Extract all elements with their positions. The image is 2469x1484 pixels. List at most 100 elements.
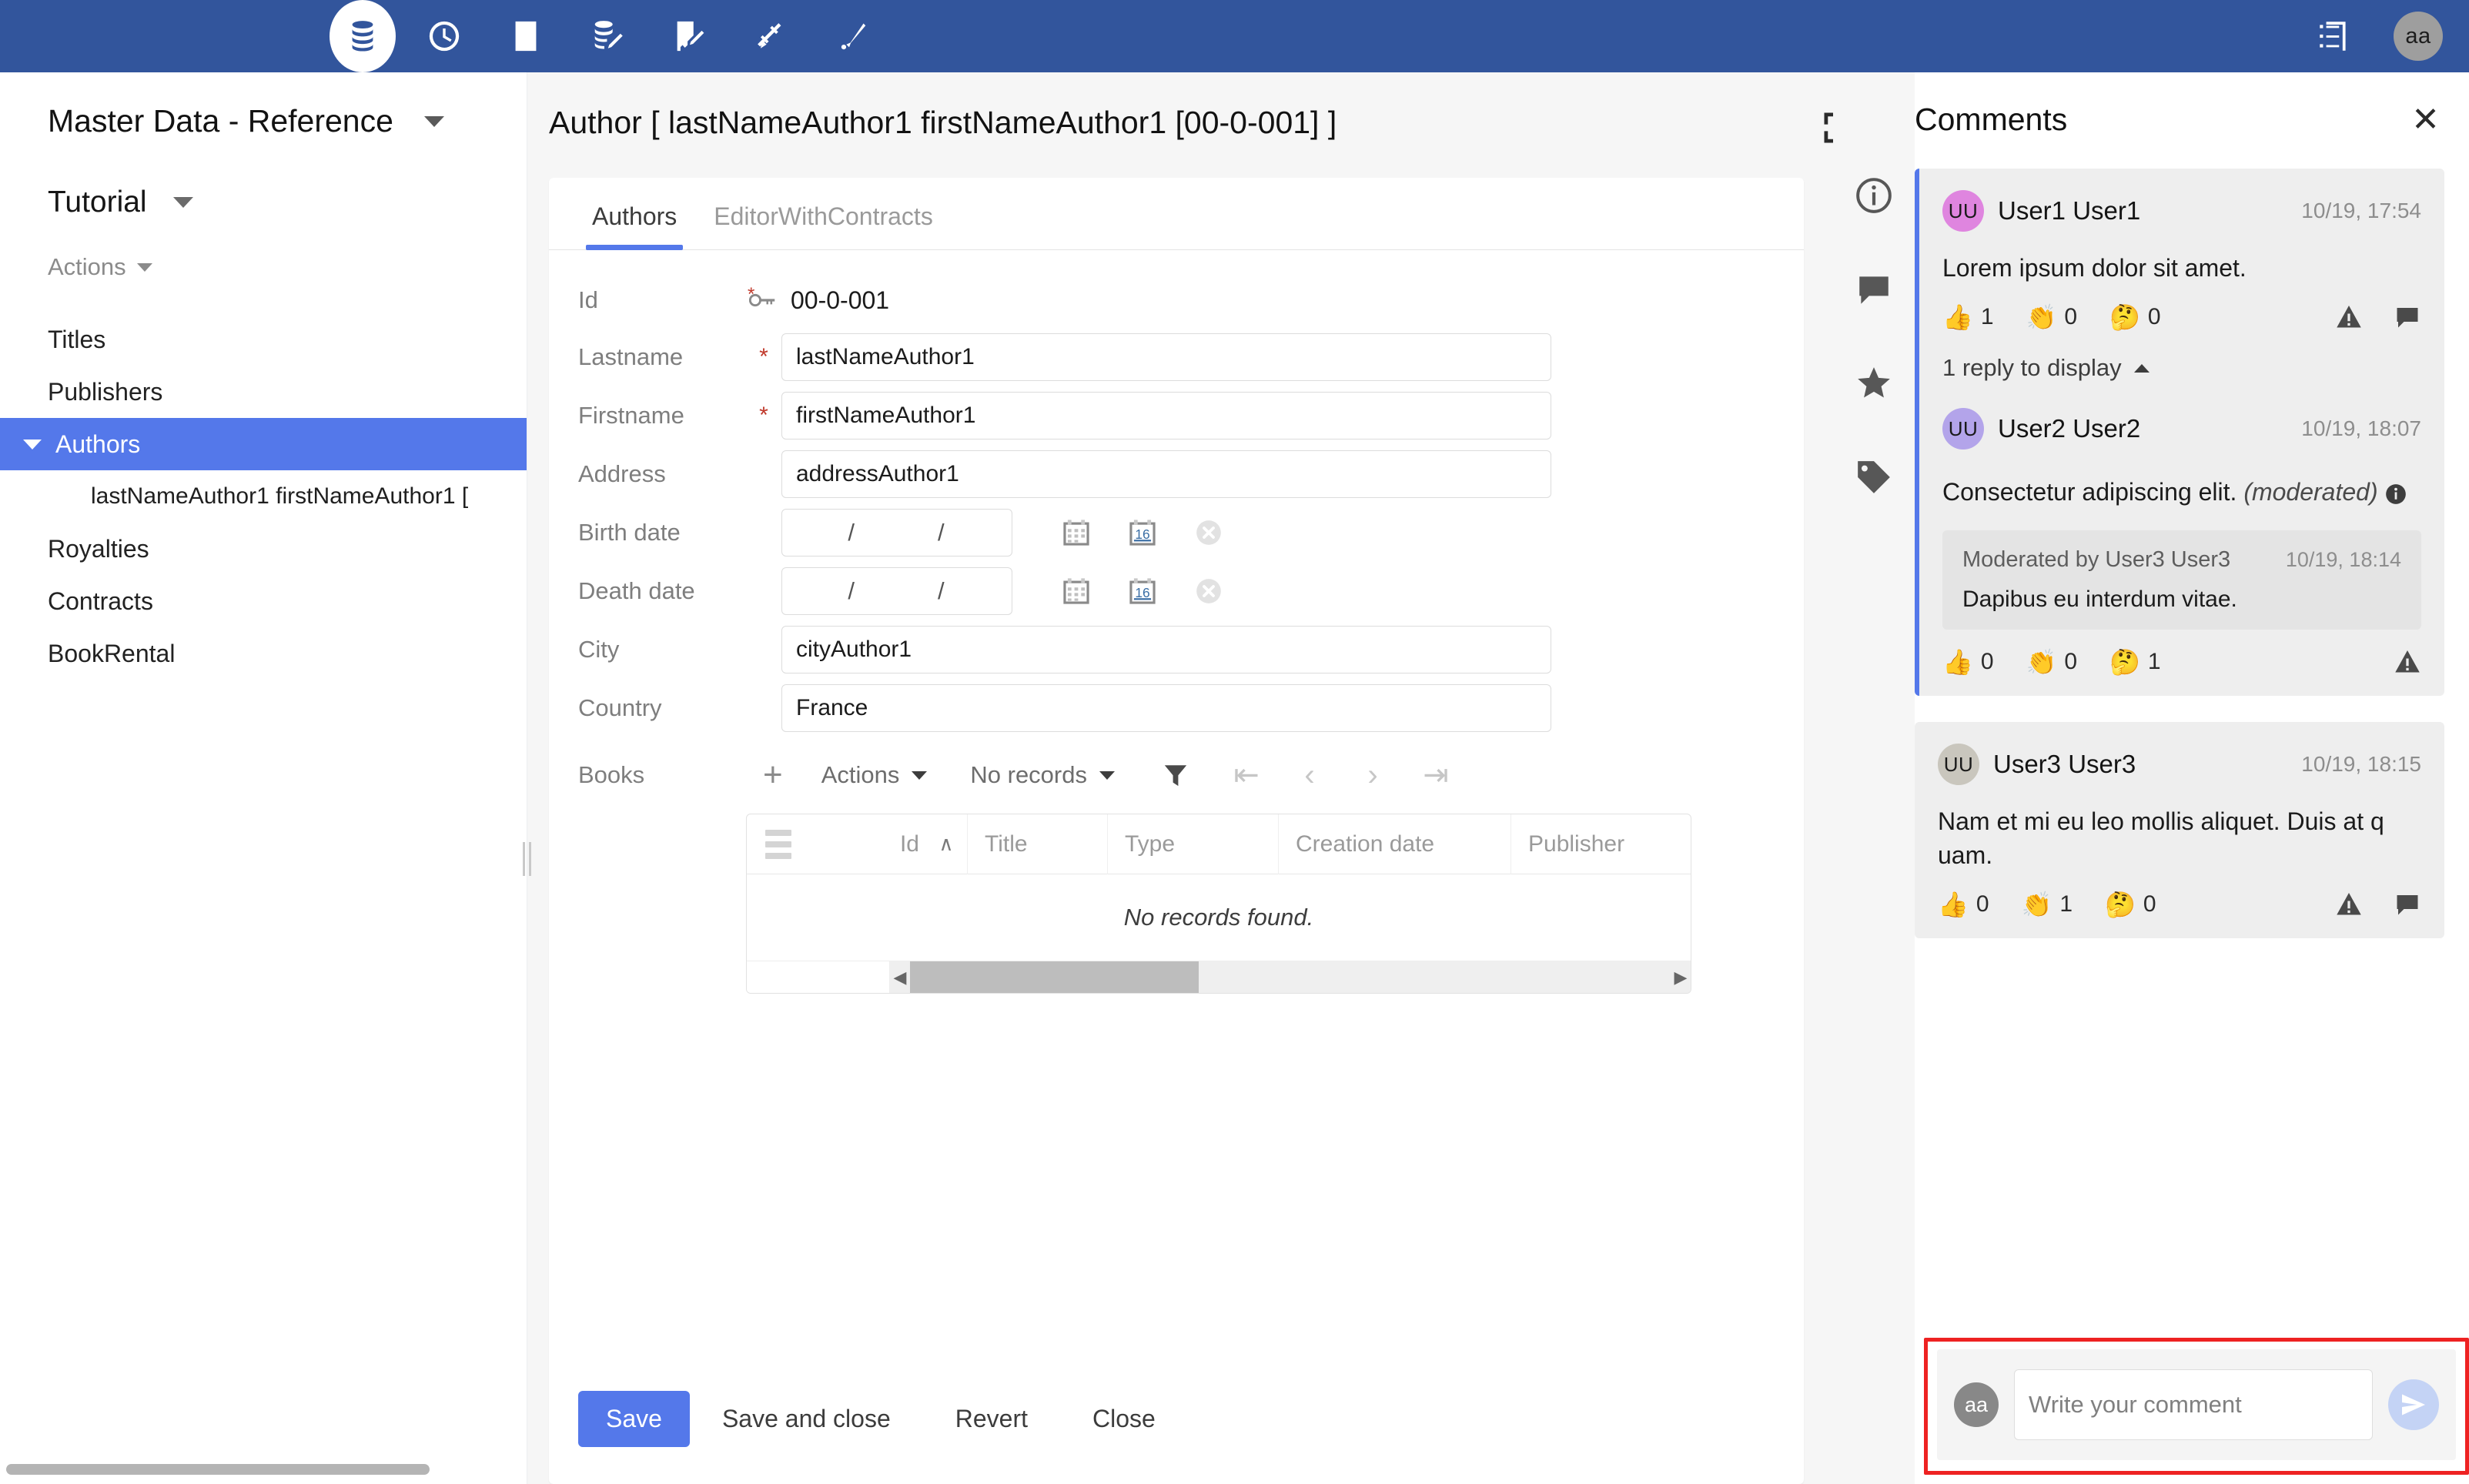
column-header-type[interactable]: Type [1107,814,1278,874]
birth-date-input[interactable] [781,509,1012,556]
comment-icon[interactable] [1851,266,1897,313]
firstname-label: Firstname [578,402,684,429]
comment-actions [2335,303,2421,331]
comment-author: User1 User1 [1998,196,2141,225]
column-header-creation-date[interactable]: Creation date [1278,814,1511,874]
sidebar-item-titles[interactable]: Titles [0,313,527,366]
send-icon[interactable] [2388,1379,2439,1430]
revert-button[interactable]: Revert [923,1391,1060,1447]
first-page-button[interactable]: ⇤ [1215,752,1278,798]
sidebar-item-contracts[interactable]: Contracts [0,575,527,627]
scroll-left-icon[interactable]: ◀ [890,961,910,993]
info-icon[interactable] [2385,476,2407,509]
id-label: Id [578,286,598,313]
books-actions-menu[interactable]: Actions [800,761,949,789]
books-records-selector[interactable]: No records [948,761,1136,789]
warning-icon[interactable] [2335,303,2363,331]
comment-input[interactable] [2014,1369,2373,1440]
sidebar-actions-menu[interactable]: Actions [0,219,527,281]
moderation-box: Moderated by User3 User3 10/19, 18:14 Da… [1942,530,2421,630]
chevron-down-icon[interactable] [423,115,444,127]
column-header-id[interactable]: Id [810,814,925,874]
sidebar-item-royalties[interactable]: Royalties [0,523,527,575]
country-input[interactable] [781,684,1551,732]
next-page-button[interactable]: › [1341,752,1404,798]
sidebar-item-bookrental[interactable]: BookRental [0,627,527,680]
form-row-death-date: Death date 16 [549,567,1804,615]
reply-icon[interactable] [2394,303,2421,331]
sidebar-item-author-record[interactable]: lastNameAuthor1 firstNameAuthor1 [ [0,470,527,523]
tab-editorwithcontracts[interactable]: EditorWithContracts [695,178,952,249]
tab-authors[interactable]: Authors [574,178,695,250]
list-view-icon[interactable] [2310,12,2358,60]
comment-reply-item: UU User2 User2 10/19, 18:07 Consectetur … [1942,408,2421,676]
checklist-icon[interactable] [502,12,550,60]
calendar-icon[interactable] [1043,567,1109,615]
checklist-edit-icon[interactable] [665,12,713,60]
thumbs-up-reaction[interactable]: 👍 1 [1942,304,1994,330]
clear-date-icon[interactable] [1176,509,1242,556]
database-icon[interactable] [339,12,386,60]
column-header-title[interactable]: Title [967,814,1107,874]
thumbs-up-reaction[interactable]: 👍 0 [1942,649,1994,675]
filter-icon[interactable] [1136,762,1215,788]
moderated-by-label: Moderated by User3 User3 [1962,547,2231,573]
chevron-down-icon[interactable] [172,197,193,208]
reply-icon[interactable] [2394,891,2421,918]
city-input[interactable] [781,626,1551,673]
form-row-city: City [549,626,1804,673]
empty-state-message: No records found. [1123,904,1314,931]
replies-toggle[interactable]: 1 reply to display [1942,354,2421,382]
last-page-button[interactable]: ⇥ [1404,752,1467,798]
calendar-icon[interactable] [1043,509,1109,556]
reaction-count: 1 [1980,304,1994,330]
column-menu-icon[interactable] [747,829,810,859]
close-button[interactable]: Close [1060,1391,1188,1447]
scroll-right-icon[interactable]: ▶ [1671,961,1691,993]
column-header-publisher[interactable]: Publisher [1511,814,1691,874]
warning-icon[interactable] [2335,891,2363,918]
thumbs-up-icon: 👍 [1942,303,1973,332]
author-form: Id * 00-0-001 Lastname * Firstname [549,250,1804,1484]
scroll-thumb[interactable] [910,961,1199,993]
calendar-today-icon[interactable]: 16 [1109,509,1176,556]
star-icon[interactable] [1851,360,1897,406]
clock-icon[interactable] [420,12,468,60]
clap-icon: 👏 [2026,303,2057,332]
add-book-button[interactable]: + [746,758,800,792]
clap-reaction[interactable]: 👏 0 [2026,304,2078,330]
info-icon[interactable] [1851,172,1897,219]
user-avatar[interactable]: aa [2394,12,2443,61]
database-edit-icon[interactable] [584,12,631,60]
thumbs-up-reaction[interactable]: 👍 0 [1938,891,1989,917]
clear-date-icon[interactable] [1176,567,1242,615]
comment-timestamp: 10/19, 17:54 [2301,199,2421,222]
save-and-close-button[interactable]: Save and close [690,1391,923,1447]
lastname-input[interactable] [781,333,1551,381]
tag-icon[interactable] [1851,454,1897,500]
save-button[interactable]: Save [578,1391,690,1447]
warning-icon[interactable] [2394,648,2421,676]
thinking-reaction[interactable]: 🤔 0 [2109,304,2161,330]
address-input[interactable] [781,450,1551,498]
comment-text: Nam et mi eu leo mollis aliquet. Duis at… [1938,807,2384,869]
sidebar-horizontal-scrollbar[interactable] [6,1464,430,1475]
wrench-icon[interactable] [828,12,876,60]
sort-ascending-icon[interactable]: ∧ [925,814,967,874]
close-icon[interactable]: ✕ [2407,102,2444,137]
sidebar-resize-handle[interactable] [523,842,535,876]
death-date-input[interactable] [781,567,1012,615]
books-toolbar: + Actions No records ⇤ ‹ › ⇥ [746,752,1467,798]
thinking-reaction[interactable]: 🤔 0 [2105,891,2156,917]
firstname-input[interactable] [781,392,1551,440]
scroll-track[interactable] [910,961,1671,993]
clap-reaction[interactable]: 👏 1 [2022,891,2073,917]
previous-page-button[interactable]: ‹ [1278,752,1341,798]
thinking-reaction[interactable]: 🤔 1 [2109,649,2161,675]
sidebar-item-authors[interactable]: Authors [0,418,527,470]
clap-reaction[interactable]: 👏 0 [2026,649,2078,675]
plug-icon[interactable] [747,12,795,60]
main-content: Author [ lastNameAuthor1 firstNameAuthor… [527,72,1833,1484]
calendar-today-icon[interactable]: 16 [1109,567,1176,615]
sidebar-item-publishers[interactable]: Publishers [0,366,527,418]
